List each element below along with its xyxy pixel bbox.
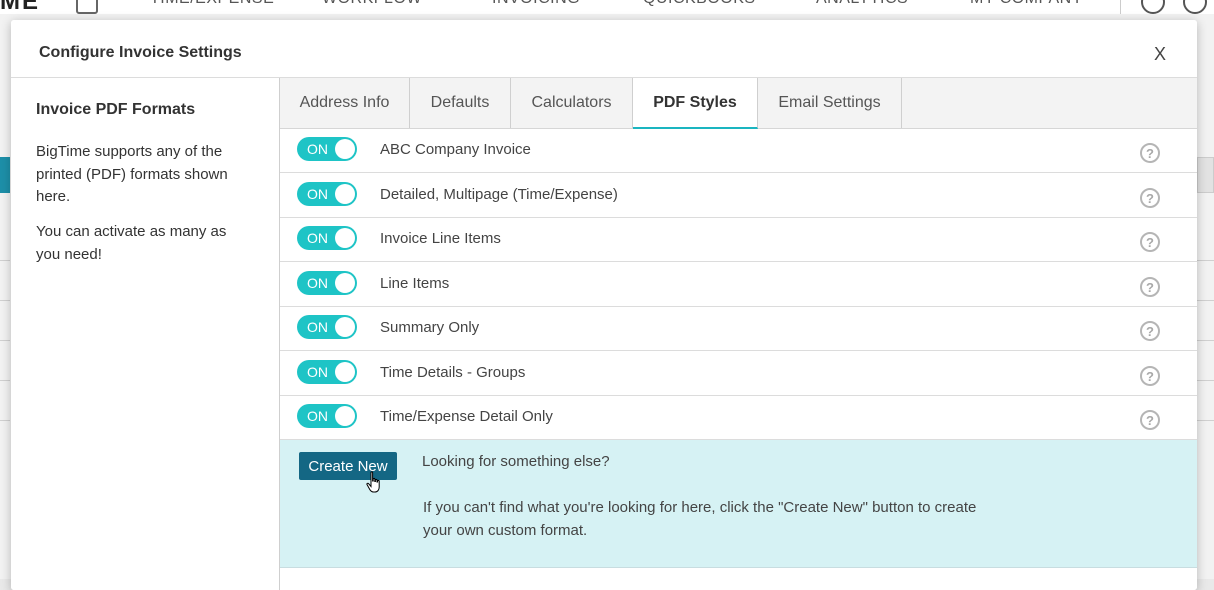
- toggle-knob: [335, 406, 355, 426]
- format-toggle[interactable]: ON: [297, 271, 357, 295]
- format-name: Detailed, Multipage (Time/Expense): [380, 186, 618, 203]
- background-row-line: [0, 260, 10, 261]
- background-row-line: [1197, 340, 1214, 341]
- nav-quickbooks[interactable]: QUICKBOOKS: [643, 0, 756, 8]
- help-icon[interactable]: ?: [1140, 410, 1160, 430]
- list-item: ON Time Details - Groups ?: [280, 352, 1197, 396]
- background-row-line: [1197, 300, 1214, 301]
- clock-icon[interactable]: [1183, 0, 1207, 14]
- format-toggle[interactable]: ON: [297, 226, 357, 250]
- format-name: ABC Company Invoice: [380, 141, 531, 158]
- toggle-label: ON: [307, 319, 328, 335]
- top-nav: ME TIME/EXPENSE WORKFLOW INVOICING QUICK…: [0, 0, 1214, 14]
- toggle-knob: [335, 184, 355, 204]
- settings-tabs: Address Info Defaults Calculators PDF St…: [280, 78, 1197, 129]
- create-new-panel: Create New Looking for something else? I…: [280, 440, 1197, 568]
- list-item: ON ABC Company Invoice ?: [280, 129, 1197, 173]
- format-toggle[interactable]: ON: [297, 137, 357, 161]
- nav-invoicing[interactable]: INVOICING: [492, 0, 580, 8]
- user-icon[interactable]: [1141, 0, 1165, 14]
- home-icon[interactable]: [76, 0, 98, 14]
- format-name: Time/Expense Detail Only: [380, 408, 553, 425]
- toggle-label: ON: [307, 141, 328, 157]
- format-name: Line Items: [380, 275, 450, 292]
- help-icon[interactable]: ?: [1140, 143, 1160, 163]
- format-name: Time Details - Groups: [380, 364, 526, 381]
- nav-my-company[interactable]: MY COMPANY: [970, 0, 1083, 8]
- background-header-cell: [1197, 157, 1214, 193]
- nav-workflow[interactable]: WORKFLOW: [322, 0, 422, 8]
- list-item: ON Detailed, Multipage (Time/Expense) ?: [280, 174, 1197, 218]
- info-description: BigTime supports any of the printed (PDF…: [36, 143, 228, 205]
- close-button[interactable]: X: [1154, 44, 1166, 65]
- list-item: ON Invoice Line Items ?: [280, 218, 1197, 262]
- create-new-description: If you can't find what you're looking fo…: [423, 499, 977, 539]
- background-row-line: [1197, 420, 1214, 421]
- modal-header: Configure Invoice Settings X: [11, 20, 1197, 78]
- background-blue-tab: [0, 157, 10, 193]
- tab-calculators[interactable]: Calculators: [511, 78, 633, 128]
- invoice-pdf-formats-heading: Invoice PDF Formats: [36, 101, 196, 118]
- toggle-label: ON: [307, 275, 328, 291]
- app-logo: ME: [0, 0, 40, 14]
- toggle-knob: [335, 139, 355, 159]
- list-item: ON Time/Expense Detail Only ?: [280, 396, 1197, 440]
- configure-invoice-settings-modal: Configure Invoice Settings X Invoice PDF…: [11, 20, 1197, 590]
- help-icon[interactable]: ?: [1140, 366, 1160, 386]
- toggle-label: ON: [307, 230, 328, 246]
- help-icon[interactable]: ?: [1140, 321, 1160, 341]
- format-name: Invoice Line Items: [380, 230, 501, 247]
- create-new-question: Looking for something else?: [422, 453, 610, 470]
- toggle-knob: [335, 228, 355, 248]
- background-row-line: [0, 300, 10, 301]
- hand-cursor-icon: [366, 471, 380, 493]
- format-toggle[interactable]: ON: [297, 360, 357, 384]
- help-icon[interactable]: ?: [1140, 232, 1160, 252]
- background-row-line: [1197, 260, 1214, 261]
- tab-address-info[interactable]: Address Info: [280, 78, 410, 128]
- background-row-line: [0, 340, 10, 341]
- background-row-line: [0, 420, 10, 421]
- toggle-label: ON: [307, 408, 328, 424]
- modal-title: Configure Invoice Settings: [39, 44, 242, 61]
- list-item: ON Summary Only ?: [280, 307, 1197, 351]
- tab-pdf-styles[interactable]: PDF Styles: [633, 78, 758, 129]
- tab-defaults[interactable]: Defaults: [410, 78, 511, 128]
- tab-email-settings[interactable]: Email Settings: [758, 78, 902, 128]
- format-toggle[interactable]: ON: [297, 404, 357, 428]
- toggle-knob: [335, 362, 355, 382]
- info-description-secondary: You can activate as many as you need!: [36, 223, 227, 263]
- settings-content-panel: Address Info Defaults Calculators PDF St…: [279, 78, 1197, 590]
- background-row-line: [1197, 380, 1214, 381]
- format-name: Summary Only: [380, 319, 480, 336]
- background-row-line: [0, 380, 10, 381]
- help-icon[interactable]: ?: [1140, 188, 1160, 208]
- list-item: ON Line Items ?: [280, 263, 1197, 307]
- help-icon[interactable]: ?: [1140, 277, 1160, 297]
- toggle-label: ON: [307, 186, 328, 202]
- format-toggle[interactable]: ON: [297, 315, 357, 339]
- toggle-knob: [335, 273, 355, 293]
- toggle-label: ON: [307, 364, 328, 380]
- toggle-knob: [335, 317, 355, 337]
- nav-time-expense[interactable]: TIME/EXPENSE: [150, 0, 274, 8]
- format-toggle[interactable]: ON: [297, 182, 357, 206]
- nav-analytics[interactable]: ANALYTICS: [816, 0, 908, 8]
- nav-divider: [1120, 0, 1121, 14]
